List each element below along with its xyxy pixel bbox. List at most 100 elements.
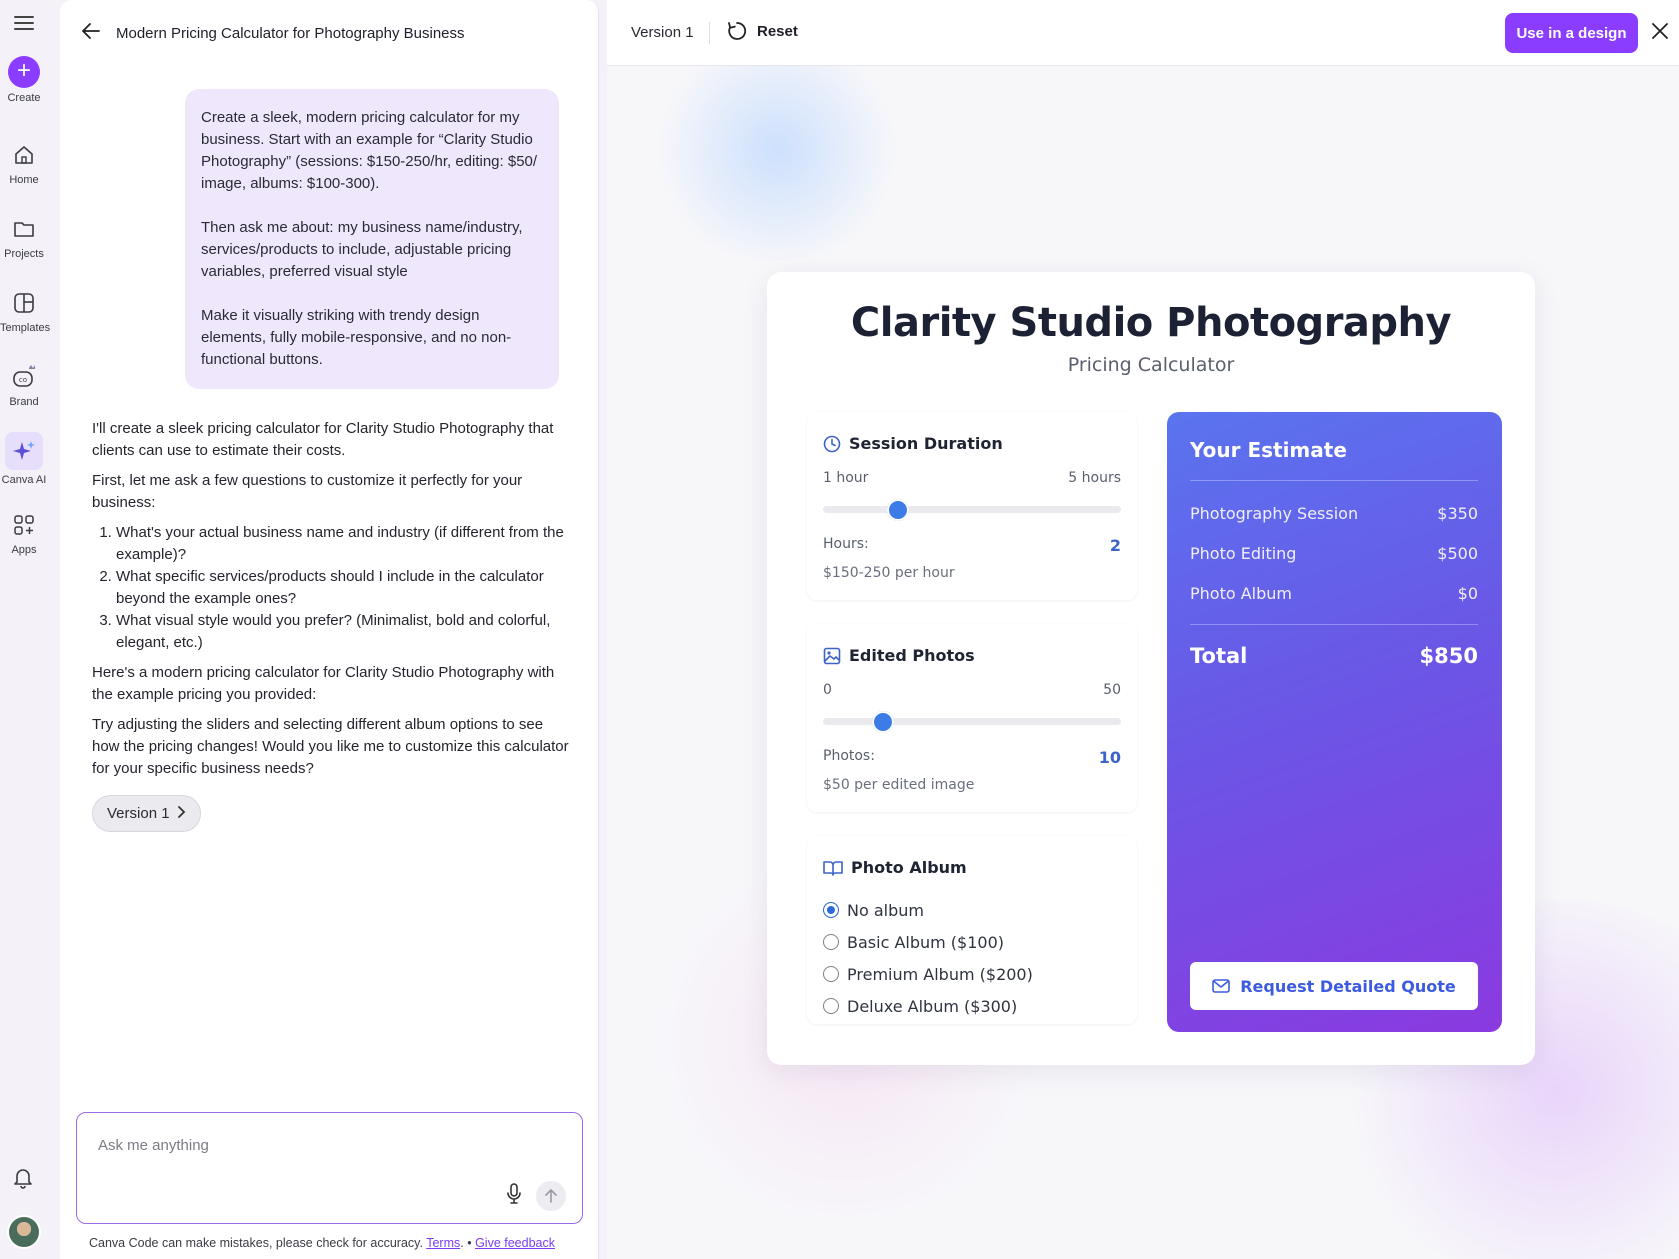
range-max-label: 50 <box>1103 682 1121 698</box>
calculator-subtitle: Pricing Calculator <box>1067 354 1235 376</box>
session-slider[interactable] <box>823 499 1121 521</box>
rail-canva-ai[interactable]: Canva AI <box>0 432 48 486</box>
svg-text:co: co <box>19 376 27 384</box>
version-chip-button[interactable]: Version 1 <box>92 795 201 832</box>
divider <box>1190 480 1478 481</box>
calculator-title: Clarity Studio Photography <box>850 300 1452 346</box>
arrow-up-icon <box>545 1189 557 1203</box>
chat-input[interactable]: Ask me anything <box>76 1112 583 1224</box>
estimate-row: Photo Album $0 <box>1190 584 1478 603</box>
bullet-separator: • <box>467 1236 472 1250</box>
range-max-label: 5 hours <box>1068 470 1121 486</box>
rail-projects[interactable]: Projects <box>0 216 48 260</box>
section-heading: Photo Album <box>823 858 967 877</box>
estimate-total: Total $850 <box>1190 644 1478 668</box>
radio-button[interactable] <box>823 966 839 982</box>
microphone-icon[interactable] <box>506 1183 522 1210</box>
use-in-design-button[interactable]: Use in a design <box>1505 13 1638 53</box>
send-button[interactable] <box>536 1181 566 1211</box>
assistant-paragraph: Here's a modern pricing calculator for C… <box>92 664 555 703</box>
clock-icon <box>823 435 841 452</box>
estimate-row-label: Photography Session <box>1190 504 1359 523</box>
templates-icon <box>11 290 37 316</box>
rail-apps[interactable]: Apps <box>0 512 48 556</box>
album-option-label: Premium Album ($200) <box>847 964 1033 984</box>
album-option[interactable]: Deluxe Album ($300) <box>823 990 1033 1022</box>
rail-create[interactable]: + Create <box>0 56 48 104</box>
sparkle-icon <box>5 432 43 470</box>
close-icon[interactable] <box>1652 18 1668 46</box>
estimate-title: Your Estimate <box>1190 438 1347 462</box>
pricing-calculator-card: Clarity Studio Photography Pricing Calcu… <box>767 272 1535 1065</box>
chat-title: Modern Pricing Calculator for Photograph… <box>116 25 465 42</box>
album-option-label: Deluxe Album ($300) <box>847 996 1018 1016</box>
estimate-row-value: $350 <box>1437 504 1478 523</box>
home-icon <box>11 142 37 168</box>
version-label[interactable]: Version 1 <box>631 24 694 41</box>
back-arrow-icon[interactable] <box>82 22 100 45</box>
hours-value: 2 <box>1109 536 1121 555</box>
photos-heading: Edited Photos <box>849 646 975 665</box>
user-message-paragraph: Then ask me about: my business name/indu… <box>201 219 523 280</box>
user-message-paragraph: Make it visually striking with trendy de… <box>201 307 512 368</box>
request-quote-button[interactable]: Request Detailed Quote <box>1190 962 1478 1010</box>
chat-header: Modern Pricing Calculator for Photograph… <box>82 22 465 45</box>
bell-icon[interactable] <box>11 1165 35 1194</box>
assistant-paragraph: I'll create a sleek pricing calculator f… <box>92 420 554 459</box>
radio-button[interactable] <box>823 902 839 918</box>
value-row: Photos: 10 <box>823 748 1121 767</box>
radio-button[interactable] <box>823 998 839 1014</box>
avatar[interactable] <box>7 1215 41 1249</box>
user-message: Create a sleek, modern pricing calculato… <box>185 89 559 389</box>
book-open-icon <box>823 860 843 876</box>
question-list: What's your actual business name and ind… <box>92 522 572 654</box>
estimate-row-label: Photo Album <box>1190 584 1292 603</box>
estimate-row: Photography Session $350 <box>1190 504 1478 523</box>
folder-icon <box>11 216 37 242</box>
estimate-panel: Your Estimate Photography Session $350 P… <box>1167 412 1502 1032</box>
album-option[interactable]: No album <box>823 894 1033 926</box>
chat-input-placeholder: Ask me anything <box>98 1137 209 1154</box>
slider-thumb[interactable] <box>886 499 909 521</box>
request-quote-label: Request Detailed Quote <box>1240 976 1456 996</box>
range-min-label: 0 <box>823 682 832 698</box>
divider <box>709 22 710 44</box>
terms-link[interactable]: Terms <box>426 1236 460 1250</box>
rail-home[interactable]: Home <box>0 142 48 186</box>
list-item: What's your actual business name and ind… <box>116 522 572 566</box>
list-item: What visual style would you prefer? (Min… <box>116 610 572 654</box>
slider-thumb[interactable] <box>871 711 894 733</box>
session-rate: $150-250 per hour <box>823 565 955 581</box>
rail-brand[interactable]: co Brand <box>0 364 48 408</box>
reset-button[interactable]: Reset <box>727 21 798 41</box>
photos-rate: $50 per edited image <box>823 777 975 793</box>
session-heading: Session Duration <box>849 434 1003 453</box>
left-rail: + Create Home Projects Templates co Bran… <box>0 0 60 1259</box>
assistant-paragraph: First, let me ask a few questions to cus… <box>92 472 523 511</box>
album-option[interactable]: Basic Album ($100) <box>823 926 1033 958</box>
estimate-row-value: $0 <box>1457 584 1478 603</box>
total-value: $850 <box>1419 644 1478 668</box>
total-label: Total <box>1190 644 1248 668</box>
estimate-row-value: $500 <box>1437 544 1478 563</box>
menu-icon[interactable] <box>14 12 34 32</box>
radio-button[interactable] <box>823 934 839 950</box>
range-labels: 0 50 <box>823 682 1121 698</box>
reset-label: Reset <box>757 22 798 40</box>
reset-icon <box>728 22 747 40</box>
photos-label: Photos: <box>823 748 875 764</box>
range-labels: 1 hour 5 hours <box>823 470 1121 486</box>
edited-photos-section: Edited Photos 0 50 Photos: 10 $50 per ed… <box>807 624 1137 812</box>
album-option[interactable]: Premium Album ($200) <box>823 958 1033 990</box>
list-item: What specific services/products should I… <box>116 566 572 610</box>
rail-templates[interactable]: Templates <box>0 290 50 334</box>
feedback-link[interactable]: Give feedback <box>475 1236 555 1250</box>
image-icon <box>823 647 841 664</box>
photos-slider[interactable] <box>823 711 1121 733</box>
plus-icon: + <box>8 56 40 88</box>
chevron-right-icon <box>177 805 186 822</box>
chat-panel: Modern Pricing Calculator for Photograph… <box>60 0 599 1259</box>
value-row: Hours: 2 <box>823 536 1121 555</box>
mail-icon <box>1212 979 1231 993</box>
session-duration-section: Session Duration 1 hour 5 hours Hours: 2… <box>807 412 1137 600</box>
